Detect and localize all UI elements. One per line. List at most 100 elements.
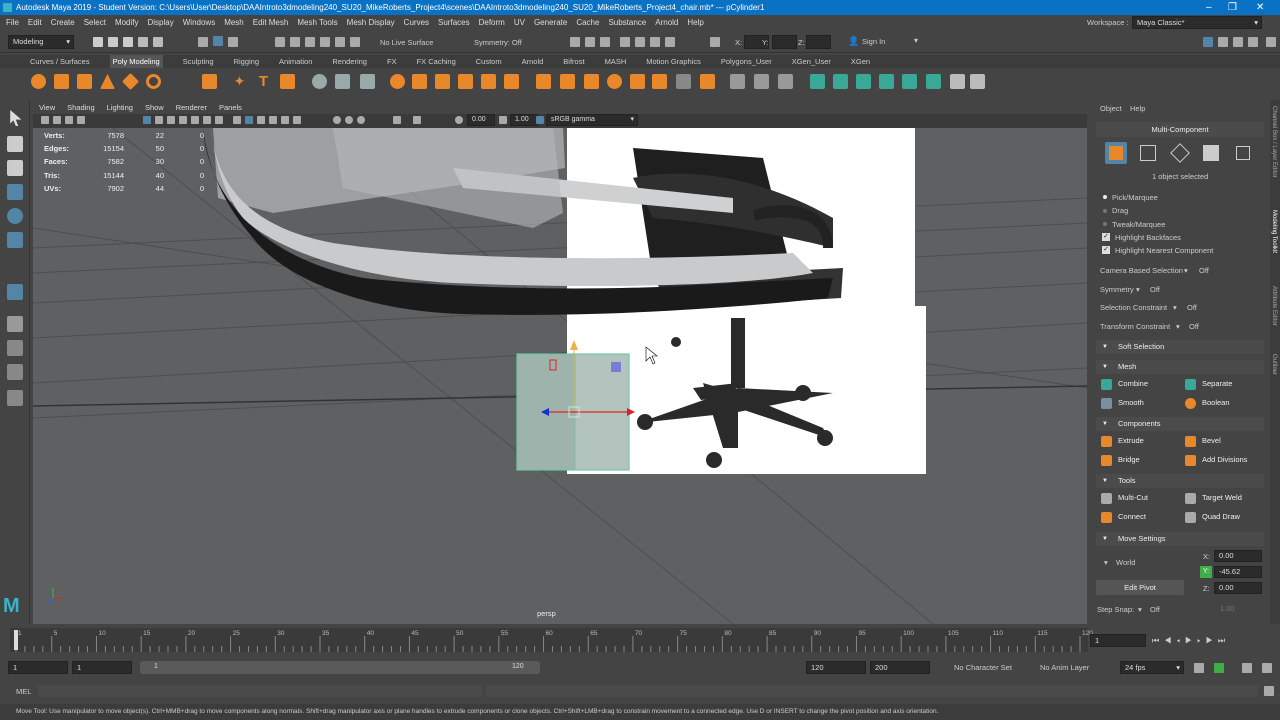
bevel-shelf-icon[interactable] — [536, 74, 551, 89]
poly-plane-icon[interactable] — [122, 73, 139, 90]
radio-selected-icon[interactable] — [1103, 195, 1107, 199]
animation-preferences-icon[interactable] — [1262, 663, 1272, 673]
move-tool-icon[interactable] — [7, 184, 23, 200]
smooth-shade-icon[interactable] — [245, 116, 253, 124]
edit-pivot-button[interactable]: Edit Pivot — [1096, 580, 1184, 595]
panel-menu-show[interactable]: Show — [145, 101, 164, 114]
shadows-icon[interactable] — [293, 116, 301, 124]
safe-title-icon[interactable] — [215, 116, 223, 124]
gamma-field[interactable]: 1.00 — [510, 114, 538, 126]
textured-icon[interactable] — [269, 116, 277, 124]
playback-controls[interactable]: ⏮◀◂▶▸▶⏭ — [1152, 636, 1230, 646]
separate-button[interactable]: Separate — [1182, 376, 1262, 392]
menu-generate[interactable]: Generate — [534, 18, 567, 27]
wedge-face-icon[interactable] — [630, 74, 645, 89]
select-object-icon[interactable] — [213, 36, 223, 46]
anti-aliasing-icon[interactable] — [357, 116, 365, 124]
tools-section[interactable]: Tools — [1096, 474, 1264, 488]
menu-select[interactable]: Select — [84, 18, 106, 27]
shelf-tab-rendering[interactable]: Rendering — [332, 55, 367, 68]
save-scene-icon[interactable] — [123, 37, 133, 47]
z-field[interactable] — [806, 35, 831, 49]
camera-attributes-icon[interactable] — [53, 116, 61, 124]
move-manipulator-plane-handle[interactable] — [611, 362, 621, 372]
side-tab-channel-box[interactable]: Channel Box / Layer Editor — [1271, 106, 1277, 196]
snap-surface-icon[interactable] — [335, 37, 345, 47]
super-shape-icon[interactable]: ✦ — [232, 74, 247, 89]
mirror-icon[interactable] — [412, 74, 427, 89]
arnold-render-icon[interactable] — [650, 37, 660, 47]
character-set-dropdown[interactable]: No Character Set — [954, 663, 1012, 672]
y-field[interactable] — [772, 35, 797, 49]
shelf-tab-xgen[interactable]: XGen — [851, 55, 870, 68]
poke-face-icon[interactable] — [607, 74, 622, 89]
menu-mesh[interactable]: Mesh — [224, 18, 244, 27]
menu-mesh-display[interactable]: Mesh Display — [347, 18, 395, 27]
menu-mesh-tools[interactable]: Mesh Tools — [297, 18, 337, 27]
smooth-button[interactable]: Smooth — [1098, 395, 1178, 411]
menu-modify[interactable]: Modify — [115, 18, 139, 27]
shelf-tab-poly-modeling[interactable]: Poly Modeling — [109, 55, 163, 68]
absolute-transform-icon[interactable] — [710, 37, 720, 47]
end-time-field[interactable]: 200 — [870, 661, 930, 674]
step-snap-amount[interactable]: 1.00 — [1220, 604, 1235, 613]
extrude-button[interactable]: Extrude — [1098, 433, 1178, 449]
menu-file[interactable]: File — [6, 18, 19, 27]
selection-constraint-value[interactable]: Off — [1187, 303, 1197, 312]
start-time-field[interactable]: 1 — [8, 661, 68, 674]
color-management-icon[interactable] — [536, 116, 544, 124]
snap-curve-icon[interactable] — [290, 37, 300, 47]
last-tool-icon[interactable] — [7, 284, 23, 300]
hypershade-icon[interactable] — [620, 37, 630, 47]
film-gate-icon[interactable] — [155, 116, 163, 124]
single-perspective-layout-icon[interactable] — [7, 340, 23, 356]
playback-start-field[interactable]: 1 — [72, 661, 132, 674]
svg-icon[interactable] — [280, 74, 295, 89]
live-surface-label[interactable]: No Live Surface — [380, 38, 433, 47]
playback-options-icon[interactable] — [1242, 663, 1252, 673]
chevron-down-icon[interactable]: ▾ — [1176, 322, 1180, 331]
shelf-tab-animation[interactable]: Animation — [279, 55, 312, 68]
poly-torus-icon[interactable] — [146, 74, 161, 89]
sew-uv-icon[interactable] — [970, 74, 985, 89]
snap-view-icon[interactable] — [320, 37, 330, 47]
close-button[interactable]: ✕ — [1256, 0, 1264, 15]
drag-option[interactable]: Drag — [1112, 206, 1128, 215]
bridge-shelf-icon[interactable] — [435, 74, 450, 89]
radio-unselected-icon[interactable] — [1103, 209, 1107, 213]
render-view-icon[interactable] — [635, 37, 645, 47]
x-coord-field[interactable]: 0.00 — [1214, 550, 1262, 562]
paint-select-tool-icon[interactable] — [7, 160, 23, 176]
menu-create[interactable]: Create — [51, 18, 75, 27]
motion-blur-icon[interactable] — [345, 116, 353, 124]
shelf-tab-bifrost[interactable]: Bifrost — [563, 55, 584, 68]
add-divisions-button[interactable]: Add Divisions — [1182, 452, 1262, 468]
combine-button[interactable]: Combine — [1098, 376, 1178, 392]
shelf-tab-fx[interactable]: FX — [387, 55, 397, 68]
new-scene-icon[interactable] — [93, 37, 103, 47]
menu-curves[interactable]: Curves — [404, 18, 429, 27]
toggle-channel-box-icon[interactable] — [1248, 37, 1258, 47]
time-slider[interactable]: 1 5 10 15 20 25 30 35 40 45 50 55 60 65 70 75 80 85 90 95 10… — [0, 626, 1280, 656]
axis-orientation-dropdown[interactable]: World — [1116, 558, 1135, 567]
checkbox-checked-icon[interactable]: ✓ — [1102, 233, 1110, 241]
menu-arnold[interactable]: Arnold — [655, 18, 678, 27]
resolution-gate-icon[interactable] — [167, 116, 175, 124]
maximize-button[interactable]: ❐ — [1228, 0, 1237, 15]
transform-constraint-value[interactable]: Off — [1189, 322, 1199, 331]
menu-windows[interactable]: Windows — [183, 18, 215, 27]
face-mode-icon[interactable] — [1203, 145, 1219, 161]
type-text-icon[interactable]: T — [256, 74, 271, 89]
side-tab-attribute-editor[interactable]: Attribute Editor — [1271, 286, 1277, 346]
snap-point-icon[interactable] — [305, 37, 315, 47]
menu-cache[interactable]: Cache — [576, 18, 599, 27]
smooth-shelf-icon[interactable] — [390, 74, 405, 89]
snap-vertex-icon[interactable] — [350, 37, 360, 47]
gate-mask-icon[interactable] — [179, 116, 187, 124]
bridge-button[interactable]: Bridge — [1098, 452, 1178, 468]
toggle-layout-icon[interactable] — [1266, 37, 1276, 47]
menu-display[interactable]: Display — [148, 18, 174, 27]
command-mode-label[interactable]: MEL — [16, 687, 31, 696]
combine-shelf-icon[interactable] — [335, 74, 350, 89]
image-plane-icon[interactable] — [77, 116, 85, 124]
